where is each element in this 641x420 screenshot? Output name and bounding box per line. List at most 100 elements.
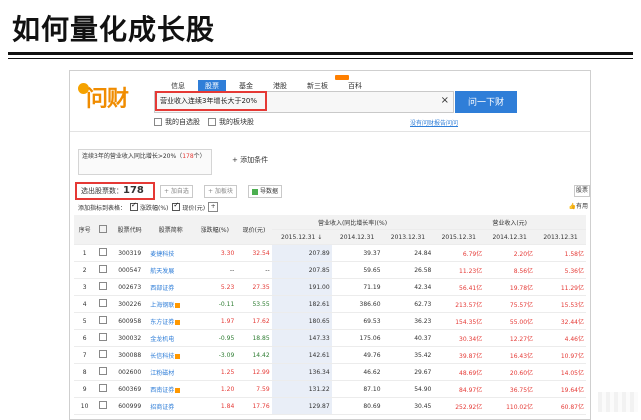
th-growth-2014[interactable]: 2014.12.31 xyxy=(331,229,383,245)
th-revenue-2014[interactable]: 2014.12.31 xyxy=(484,229,536,245)
row-select-checkbox[interactable] xyxy=(99,282,108,290)
row-revenue-2015-text: 6.79亿 xyxy=(462,250,483,258)
row-growth-2013-text: 36.23 xyxy=(414,317,432,325)
row-code[interactable]: 300088 xyxy=(111,346,149,364)
row-select-checkbox[interactable] xyxy=(99,265,108,273)
th-growth-2013[interactable]: 2013.12.31 xyxy=(382,229,434,245)
row-checkbox[interactable] xyxy=(95,295,112,313)
price-checkbox[interactable] xyxy=(172,201,181,211)
condition-card[interactable]: 连续3年的营业收入同比增长>20%（178个） xyxy=(78,149,212,175)
row-code[interactable]: 300226 xyxy=(111,295,149,313)
feedback-link[interactable]: 没有问财报告问问 xyxy=(410,118,458,127)
watchlist-checkbox[interactable] xyxy=(154,118,162,126)
row-growth-2013-text: 29.67 xyxy=(414,368,432,376)
table-row[interactable]: 3 002673 西部证券 5.23 27.35 191.00 71.19 42.34 56.4… xyxy=(74,278,586,296)
row-select-checkbox[interactable] xyxy=(99,316,108,324)
th-chg[interactable]: 涨跌幅(%) xyxy=(193,215,237,245)
row-code[interactable]: 600958 xyxy=(111,312,149,330)
row-checkbox[interactable] xyxy=(95,346,112,364)
iwencai-logo[interactable]: 问财 xyxy=(76,79,146,115)
row-growth-2013: 54.90 xyxy=(382,380,434,398)
table-row[interactable]: 9 600369 西南证券 1.20 7.59 131.22 87.10 54.90 84.97… xyxy=(74,380,586,398)
row-checkbox[interactable] xyxy=(95,380,112,398)
add-condition-button[interactable]: + 添加条件 xyxy=(232,155,268,165)
row-select-checkbox[interactable] xyxy=(99,299,108,307)
add-board-button[interactable]: + 加板块 xyxy=(204,185,237,198)
export-data-button[interactable]: 导数据 xyxy=(248,185,283,198)
th-revenue-2015[interactable]: 2015.12.31 xyxy=(433,229,485,245)
add-watchlist-button[interactable]: + 加自选 xyxy=(160,185,193,198)
speaker-icon[interactable] xyxy=(175,302,181,308)
ask-button[interactable]: 问一下财 xyxy=(455,91,517,113)
row-code[interactable]: 002673 xyxy=(111,278,149,296)
chg-checkbox[interactable] xyxy=(130,201,139,211)
watchlist-option[interactable]: 我的自选股 xyxy=(154,117,200,127)
close-icon[interactable]: × xyxy=(441,95,449,106)
row-revenue-2014-text: 2.20亿 xyxy=(513,250,534,258)
row-select-checkbox[interactable] xyxy=(99,248,108,256)
row-name[interactable]: 金龙机电 xyxy=(148,329,194,347)
speaker-icon[interactable] xyxy=(175,387,181,393)
row-code[interactable]: 002600 xyxy=(111,363,149,381)
stock-type-button[interactable]: 股票 xyxy=(574,185,590,197)
row-name[interactable]: 招商证券 xyxy=(148,397,194,415)
row-select-checkbox[interactable] xyxy=(99,367,108,375)
row-name[interactable]: 长信科技 xyxy=(148,346,194,364)
row-name[interactable]: 西南证券 xyxy=(148,380,194,398)
board-checkbox[interactable] xyxy=(208,118,216,126)
row-name[interactable]: 江粉磁材 xyxy=(148,363,194,381)
row-growth-2015: 207.85 xyxy=(271,261,332,279)
th-select[interactable] xyxy=(95,215,112,245)
row-name[interactable]: 西部证券 xyxy=(148,278,194,296)
table-row[interactable]: 7 300088 长信科技 -3.09 14.42 142.61 49.76 35.42 39.… xyxy=(74,346,586,364)
row-select-checkbox[interactable] xyxy=(99,384,108,392)
speaker-icon[interactable] xyxy=(175,353,181,359)
row-growth-2013-text: 62.73 xyxy=(414,300,432,308)
row-code[interactable]: 600999 xyxy=(111,397,149,415)
table-row[interactable]: 8 002600 江粉磁材 1.25 12.99 136.34 46.62 29.67 48.6… xyxy=(74,363,586,381)
useful-button[interactable]: 👍有用 xyxy=(569,201,589,210)
row-code[interactable]: 000547 xyxy=(111,261,149,279)
table-row[interactable]: 4 300226 上海钢联 -0.11 53.55 182.61 386.60 62.73 21… xyxy=(74,295,586,313)
row-revenue-2013: 60.87亿 xyxy=(535,397,586,415)
row-name[interactable]: 东方证券 xyxy=(148,312,194,330)
row-checkbox[interactable] xyxy=(95,261,112,279)
table-row[interactable]: 5 600958 东方证券 1.97 17.62 180.65 69.53 36.23 154.… xyxy=(74,312,586,330)
row-code[interactable]: 300032 xyxy=(111,329,149,347)
row-name[interactable]: 麦捷科技 xyxy=(148,244,194,262)
th-growth-2015[interactable]: 2015.12.31 ↓ xyxy=(271,229,332,245)
row-growth-2014: 46.62 xyxy=(331,363,383,381)
row-code[interactable]: 600369 xyxy=(111,380,149,398)
row-name[interactable]: 上海钢联 xyxy=(148,295,194,313)
speaker-icon[interactable] xyxy=(175,319,181,325)
row-growth-2013: 40.37 xyxy=(382,329,434,347)
table-row[interactable]: 1 300319 麦捷科技 3.30 32.54 207.89 39.37 24.84 6.79… xyxy=(74,244,586,262)
row-revenue-2013: 32.44亿 xyxy=(535,312,586,330)
row-checkbox[interactable] xyxy=(95,397,112,415)
row-select-checkbox[interactable] xyxy=(99,401,108,409)
table-row[interactable]: 6 300032 金龙机电 -0.95 18.85 147.33 175.06 40.37 30… xyxy=(74,329,586,347)
row-checkbox[interactable] xyxy=(95,312,112,330)
th-price[interactable]: 现价(元) xyxy=(236,215,272,245)
row-chg: 3.30 xyxy=(193,244,237,262)
row-checkbox[interactable] xyxy=(95,278,112,296)
row-checkbox[interactable] xyxy=(95,329,112,347)
th-revenue-2013[interactable]: 2013.12.31 xyxy=(535,229,586,245)
row-name[interactable]: 航天发展 xyxy=(148,261,194,279)
board-option[interactable]: 我的板块股 xyxy=(208,117,254,127)
row-chg: 1.84 xyxy=(193,397,237,415)
th-name[interactable]: 股票简称 xyxy=(148,215,194,245)
row-code[interactable]: 300319 xyxy=(111,244,149,262)
row-select-checkbox[interactable] xyxy=(99,350,108,358)
row-checkbox[interactable] xyxy=(95,363,112,381)
row-index-text: 10 xyxy=(80,402,89,410)
add-indicator-button[interactable]: + xyxy=(208,202,219,212)
row-checkbox[interactable] xyxy=(95,244,112,262)
table-row[interactable]: 10 600999 招商证券 1.84 17.76 129.87 80.69 30.45 252… xyxy=(74,397,586,415)
th-code[interactable]: 股票代码 xyxy=(111,215,149,245)
row-code-text: 300088 xyxy=(118,351,142,359)
select-all-checkbox[interactable] xyxy=(99,224,108,233)
table-row[interactable]: 2 000547 航天发展 -- -- 207.85 59.65 26.58 11.23亿 8.5… xyxy=(74,261,586,279)
row-name-text: 长信科技 xyxy=(150,352,175,360)
row-select-checkbox[interactable] xyxy=(99,333,108,341)
